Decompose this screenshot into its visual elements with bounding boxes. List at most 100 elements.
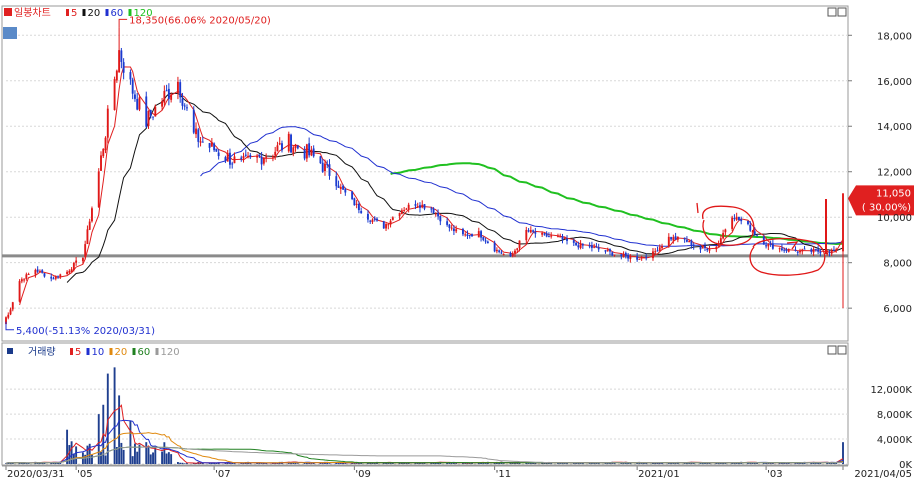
candle-body bbox=[398, 212, 401, 217]
candle-body bbox=[462, 228, 464, 235]
candle-body bbox=[783, 249, 786, 251]
candle-body bbox=[138, 97, 141, 110]
candle-body bbox=[471, 234, 473, 237]
candle-body bbox=[706, 248, 709, 251]
candle-body bbox=[208, 143, 211, 148]
candle-body bbox=[432, 208, 435, 213]
candle-body bbox=[165, 90, 168, 92]
candle-body bbox=[278, 143, 281, 145]
candle-body bbox=[66, 271, 69, 275]
candle-body bbox=[656, 250, 659, 252]
price-panel bbox=[1, 5, 849, 342]
legend-title: 거래량 bbox=[28, 346, 56, 358]
candle-body bbox=[787, 248, 790, 252]
candle-body bbox=[464, 234, 467, 236]
legend-item-label: 5 bbox=[75, 347, 81, 358]
candle-body bbox=[122, 62, 125, 73]
candle-body bbox=[624, 252, 627, 256]
candle-body bbox=[308, 143, 311, 156]
candle-body bbox=[242, 156, 245, 159]
candle-body bbox=[674, 236, 677, 240]
legend-swatch bbox=[7, 348, 13, 354]
candle-body bbox=[192, 109, 195, 133]
candle-body bbox=[543, 233, 546, 235]
candle-body bbox=[163, 90, 166, 103]
volume-bar bbox=[161, 451, 164, 464]
candle-body bbox=[640, 256, 643, 259]
candle-body bbox=[747, 220, 749, 225]
candle-body bbox=[769, 243, 772, 245]
volume-bar bbox=[11, 463, 14, 464]
candle-body bbox=[115, 70, 118, 81]
candle-body bbox=[321, 162, 324, 172]
date-tick-label: '03 bbox=[767, 469, 782, 479]
candle-body bbox=[34, 269, 37, 275]
candle-body bbox=[260, 156, 263, 165]
candle-body bbox=[613, 254, 616, 256]
candle-body bbox=[249, 155, 252, 157]
date-tick-label: '09 bbox=[355, 469, 370, 479]
zoom-button[interactable] bbox=[3, 27, 17, 39]
candle-body bbox=[41, 270, 44, 273]
volume-bar bbox=[502, 463, 505, 464]
date-tick-label: '11 bbox=[496, 469, 511, 479]
volume-bar bbox=[118, 395, 121, 464]
candle-body bbox=[421, 204, 424, 208]
candle-body bbox=[495, 249, 498, 252]
legend-marker bbox=[86, 348, 90, 355]
maximize-button[interactable] bbox=[837, 7, 847, 17]
date-axis: 2020/03/31 '05 '07 '09 '11 2021/01 '03 2021/04/… bbox=[2, 465, 912, 479]
candle-body bbox=[581, 244, 584, 246]
candle-body bbox=[265, 156, 268, 158]
volume-bar bbox=[136, 451, 139, 464]
candle-body bbox=[113, 79, 116, 111]
candle-body bbox=[452, 228, 455, 232]
candle-body bbox=[527, 230, 530, 232]
candle-body bbox=[407, 204, 410, 209]
candle-body bbox=[344, 188, 347, 193]
candle-body bbox=[579, 243, 582, 248]
candle-body bbox=[324, 163, 326, 172]
candle-body bbox=[636, 256, 639, 260]
legend-item-label: 120 bbox=[161, 347, 180, 358]
high-annotation: 18,350(66.06% 2020/05/20) bbox=[118, 15, 271, 28]
candle-body bbox=[835, 249, 838, 251]
candle-body bbox=[753, 231, 756, 235]
volume-bar bbox=[455, 463, 458, 464]
candle-body bbox=[357, 203, 360, 211]
candle-body bbox=[296, 145, 299, 149]
candle-body bbox=[799, 250, 801, 253]
candle-body bbox=[595, 246, 598, 248]
candle-body bbox=[195, 128, 197, 135]
candle-body bbox=[240, 157, 243, 159]
candle-body bbox=[733, 217, 736, 220]
candle-body bbox=[486, 241, 489, 244]
candle-body bbox=[778, 248, 781, 250]
legend-marker bbox=[82, 9, 86, 16]
volume-bar bbox=[296, 463, 299, 464]
candle-body bbox=[287, 133, 290, 152]
candle-body bbox=[620, 254, 623, 257]
candle-body bbox=[810, 249, 813, 252]
candle-body bbox=[511, 254, 514, 257]
candle-body bbox=[262, 158, 265, 164]
restore-button[interactable] bbox=[827, 7, 837, 17]
candle-body bbox=[819, 251, 822, 254]
candle-body bbox=[690, 240, 693, 246]
low-label: 5,400(-51.13% 2020/03/31) bbox=[16, 326, 155, 337]
candle-body bbox=[722, 233, 725, 239]
candle-body bbox=[231, 163, 234, 165]
maximize-button[interactable] bbox=[837, 345, 847, 355]
candle-body bbox=[756, 235, 758, 237]
price-tick-label: 10,000 bbox=[877, 213, 912, 224]
candle-body bbox=[281, 143, 283, 151]
restore-button[interactable] bbox=[827, 345, 837, 355]
candle-body bbox=[414, 204, 417, 206]
candle-body bbox=[423, 204, 426, 209]
candle-body bbox=[842, 193, 844, 252]
volume-bar bbox=[97, 414, 100, 464]
candle-body bbox=[369, 220, 372, 222]
volume-bar bbox=[337, 463, 340, 464]
candle-body bbox=[498, 250, 501, 252]
candle-body bbox=[597, 247, 600, 250]
